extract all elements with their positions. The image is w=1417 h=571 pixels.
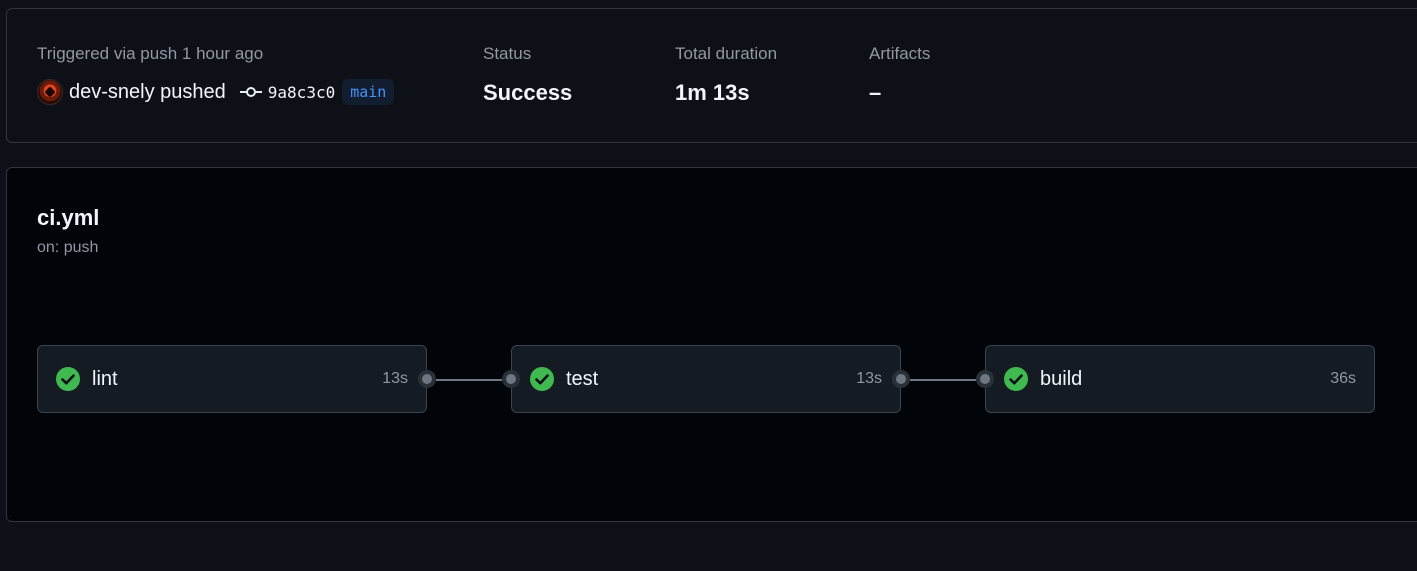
- status-label: Status: [483, 44, 532, 63]
- job-output-port: [892, 370, 910, 388]
- job-duration: 13s: [856, 370, 882, 387]
- trigger-label: Triggered via push 1 hour ago: [37, 44, 264, 63]
- run-summary: Triggered via push 1 hour ago dev-snely …: [6, 8, 1417, 143]
- artifacts-label: Artifacts: [869, 44, 931, 63]
- check-circle-fill-icon: [56, 367, 80, 391]
- git-commit-icon: [239, 86, 262, 98]
- branch-badge[interactable]: main: [342, 79, 395, 105]
- check-circle-fill-icon: [1004, 367, 1028, 391]
- artifacts-section: Artifacts –: [869, 43, 930, 106]
- status-value: Success: [483, 80, 573, 105]
- artifacts-value: –: [869, 80, 882, 105]
- job-input-port: [502, 370, 520, 388]
- job-connector: [436, 379, 502, 381]
- job-duration: 13s: [382, 370, 408, 387]
- workflow-file-title[interactable]: ci.yml: [37, 205, 99, 231]
- job-card-build[interactable]: build 36s: [976, 345, 1375, 413]
- job-duration: 36s: [1330, 370, 1356, 387]
- job-name: lint: [92, 367, 118, 390]
- duration-value: 1m 13s: [675, 80, 750, 105]
- avatar[interactable]: [37, 79, 63, 105]
- job-card-lint[interactable]: lint 13s: [37, 345, 436, 413]
- trigger-details: dev-snely pushed 9a8c3c0 main: [37, 78, 395, 106]
- job-output-port: [418, 370, 436, 388]
- workflow-graph: ci.yml on: push lint 13s test 13s build …: [6, 167, 1417, 522]
- check-circle-fill-icon: [530, 367, 554, 391]
- actor-link[interactable]: dev-snely pushed: [69, 81, 226, 104]
- duration-section: Total duration 1m 13s: [675, 43, 777, 106]
- duration-label: Total duration: [675, 44, 778, 63]
- job-connector: [910, 379, 976, 381]
- trigger-section: Triggered via push 1 hour ago dev-snely …: [37, 43, 395, 106]
- job-name: test: [566, 367, 599, 390]
- commit-sha-link[interactable]: 9a8c3c0: [268, 83, 335, 102]
- job-input-port: [976, 370, 994, 388]
- workflow-trigger: on: push: [37, 239, 99, 256]
- job-name: build: [1040, 367, 1083, 390]
- status-section: Status Success: [483, 43, 572, 106]
- job-card-test[interactable]: test 13s: [502, 345, 910, 413]
